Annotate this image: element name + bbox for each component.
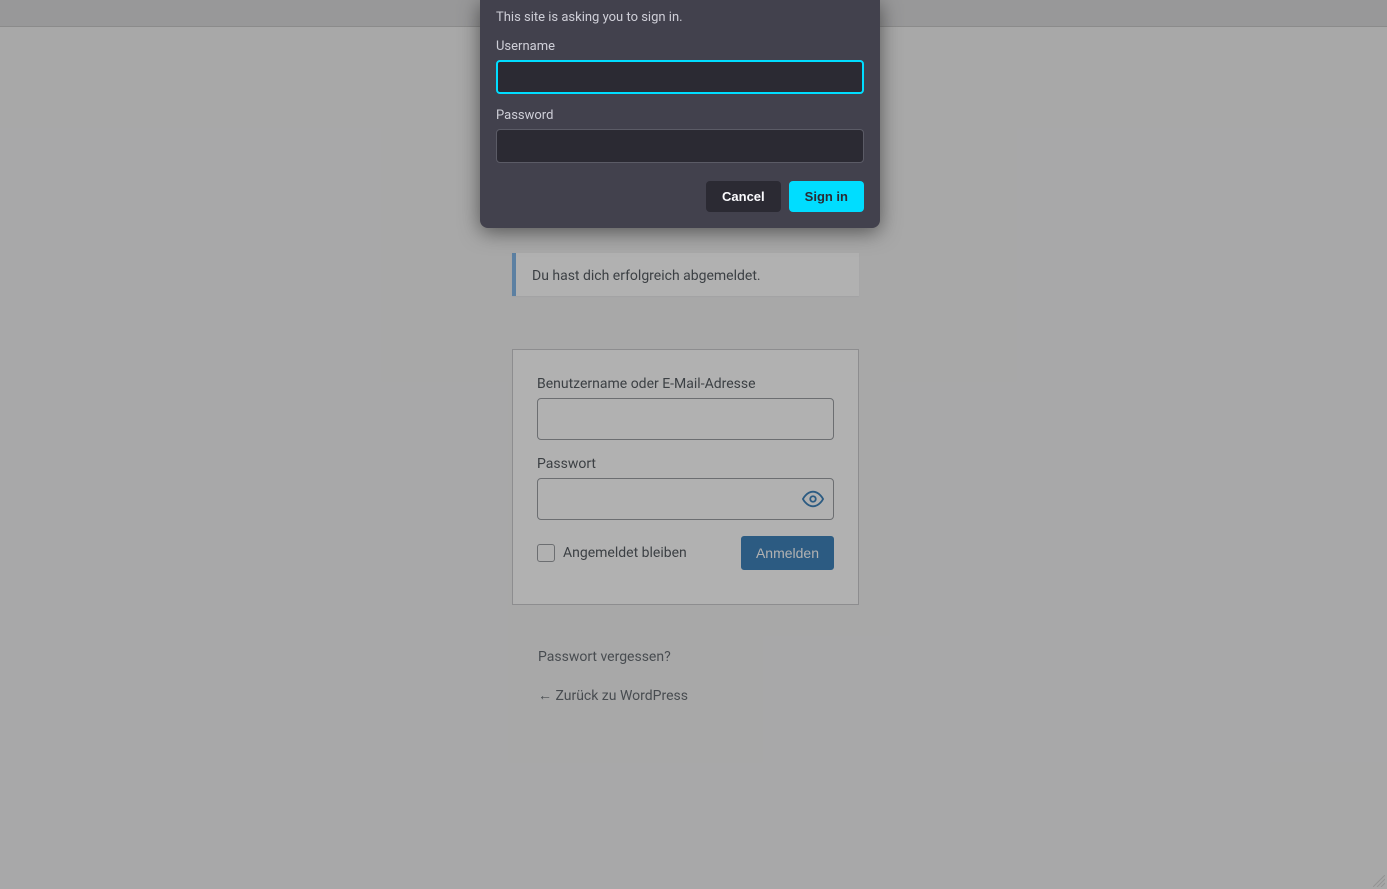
eye-icon [802,488,824,510]
forgot-password-link[interactable]: Passwort vergessen? [538,649,671,665]
notice-text: Du hast dich erfolgreich abgemeldet. [532,268,761,284]
logout-notice: Du hast dich erfolgreich abgemeldet. [512,253,859,296]
username-label: Benutzername oder E-Mail-Adresse [537,376,834,392]
resize-grip-icon [1373,875,1385,887]
auth-username-input[interactable] [496,60,864,94]
auth-button-row: Cancel Sign in [496,181,864,212]
username-input[interactable] [537,398,834,440]
auth-signin-button[interactable]: Sign in [789,181,864,212]
remember-label: Angemeldet bleiben [563,545,687,561]
auth-cancel-button[interactable]: Cancel [706,181,781,212]
auth-password-label: Password [496,108,864,123]
back-link-wrap: ← Zurück zu WordPress [538,687,688,704]
auth-password-input[interactable] [496,129,864,163]
auth-username-label: Username [496,39,864,54]
remember-me-wrap[interactable]: Angemeldet bleiben [537,544,687,562]
login-form: Benutzername oder E-Mail-Adresse Passwor… [512,349,859,605]
back-to-site-link[interactable]: ← Zurück zu WordPress [538,688,688,704]
login-submit-button[interactable]: Anmelden [741,536,834,570]
password-label: Passwort [537,456,834,472]
show-password-button[interactable] [792,478,834,520]
browser-auth-dialog: This site is asking you to sign in. User… [480,0,880,228]
forgot-password-link-wrap: Passwort vergessen? [538,649,671,665]
remember-checkbox[interactable] [537,544,555,562]
username-group: Benutzername oder E-Mail-Adresse [537,376,834,440]
password-group: Passwort [537,456,834,520]
window-resize-grip[interactable] [1371,873,1387,889]
form-bottom-row: Angemeldet bleiben Anmelden [537,536,834,570]
auth-message: This site is asking you to sign in. [496,10,864,25]
password-input[interactable] [537,478,834,520]
